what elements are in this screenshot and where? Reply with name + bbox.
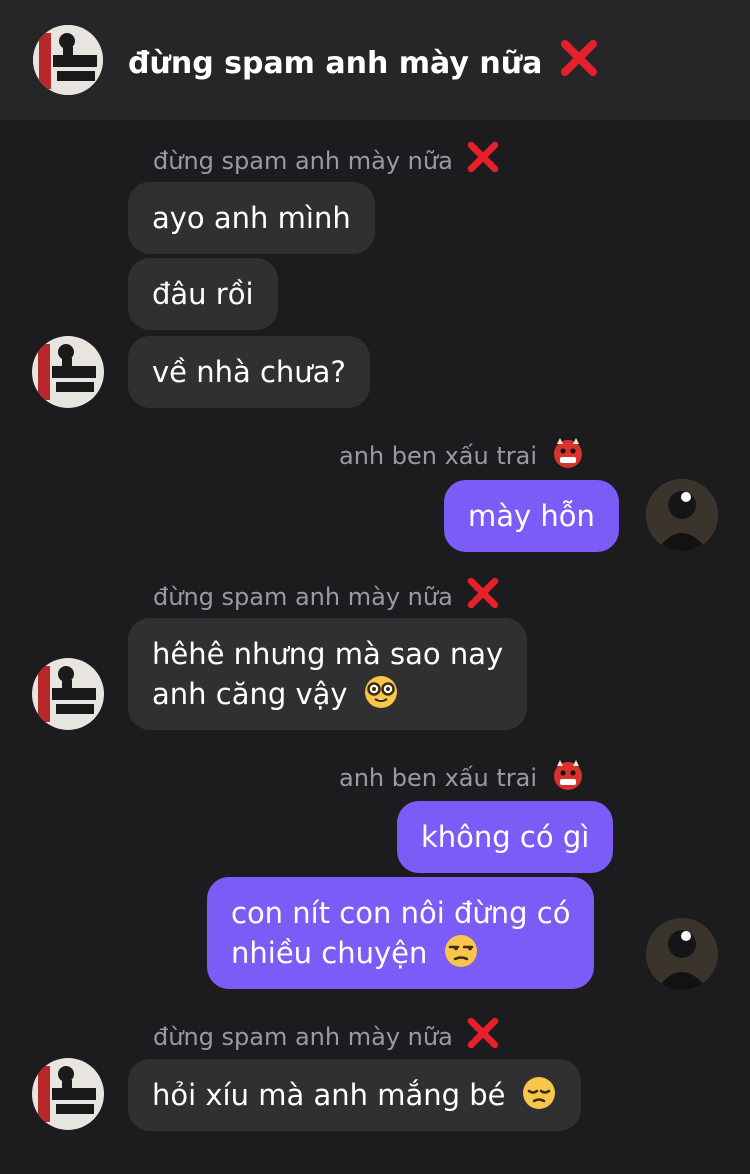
message-bubble-incoming[interactable]: đâu rồi — [128, 258, 278, 330]
cross-mark-icon — [468, 141, 499, 173]
message-bubble-outgoing[interactable]: con nít con nôi đừng có nhiều chuyện — [207, 877, 595, 989]
message-line: anh căng vậy — [152, 674, 503, 714]
cross-mark-icon — [468, 1017, 499, 1049]
sender-name-friend: đừng spam anh mày nữa — [153, 1016, 500, 1054]
friend-avatar[interactable] — [32, 336, 104, 408]
ogre-emoji-icon — [553, 760, 582, 790]
sender-name-friend: đừng spam anh mày nữa — [153, 140, 500, 178]
cross-mark-icon — [468, 577, 499, 609]
message-bubble-incoming[interactable]: ayo anh mình — [128, 182, 375, 254]
cross-mark-icon — [560, 40, 597, 76]
header-avatar[interactable] — [33, 25, 103, 95]
my-avatar[interactable] — [646, 918, 718, 990]
message-line: nhiều chuyện — [231, 933, 570, 973]
pensive-face-emoji-icon — [522, 1077, 555, 1109]
friend-avatar[interactable] — [32, 658, 104, 730]
message-bubble-incoming[interactable]: về nhà chưa? — [128, 336, 370, 408]
ogre-emoji-icon — [553, 438, 582, 468]
chat-title: đừng spam anh mày nữa — [128, 38, 599, 86]
message-bubble-incoming[interactable]: hêhê nhưng mà sao nay anh căng vậy — [128, 618, 528, 730]
message-bubble-outgoing[interactable]: không có gì — [397, 801, 614, 873]
nerd-face-emoji-icon — [364, 676, 397, 708]
chat-header: đừng spam anh mày nữa — [0, 0, 750, 120]
sender-name-me: anh ben xấu trai — [339, 436, 585, 473]
sender-name-me: anh ben xấu trai — [339, 758, 585, 795]
my-avatar[interactable] — [646, 479, 718, 551]
message-bubble-incoming[interactable]: hỏi xíu mà anh mắng bé — [128, 1059, 581, 1131]
friend-avatar[interactable] — [32, 1058, 104, 1130]
sender-name-friend: đừng spam anh mày nữa — [153, 576, 500, 614]
message-bubble-outgoing[interactable]: mày hỗn — [444, 480, 619, 552]
unamused-face-emoji-icon — [444, 935, 477, 967]
